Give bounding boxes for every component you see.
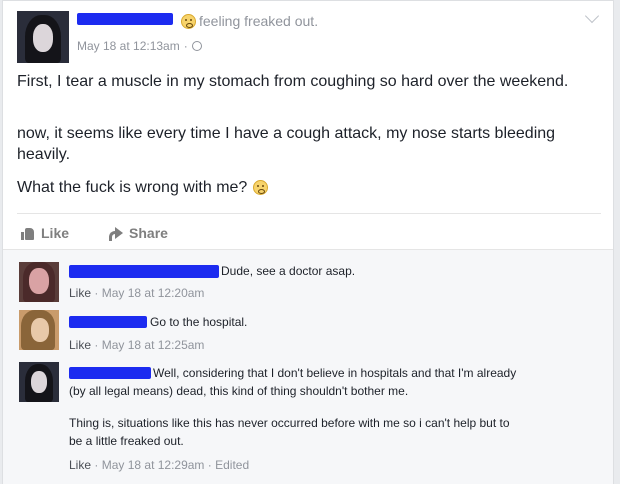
- redacted-commenter-name[interactable]: [69, 316, 147, 328]
- share-button[interactable]: Share: [109, 225, 168, 241]
- comment-avatar[interactable]: [19, 362, 59, 402]
- feeling-text: feeling freaked out.: [199, 13, 319, 29]
- comment-text: Dude, see a doctor asap.: [221, 264, 356, 278]
- comment-meta: Like · May 18 at 12:25am: [69, 338, 205, 352]
- comment-like-link[interactable]: Like: [69, 458, 91, 472]
- comment-timestamp[interactable]: May 18 at 12:29am: [102, 458, 205, 472]
- share-label: Share: [129, 225, 168, 241]
- divider: [17, 213, 601, 214]
- post-paragraph-3: What the fuck is wrong with me?: [17, 177, 607, 198]
- comment-avatar[interactable]: [19, 262, 59, 302]
- redacted-commenter-name[interactable]: [69, 367, 151, 379]
- comment-text-line-2: (by all legal means) dead, this kind of …: [69, 384, 409, 398]
- comment-timestamp[interactable]: May 18 at 12:25am: [102, 338, 205, 352]
- comment-meta: Like · May 18 at 12:29am · Edited: [69, 458, 250, 472]
- share-arrow-icon: [109, 227, 124, 241]
- confused-face-icon: [253, 180, 269, 195]
- post-paragraph-1: First, I tear a muscle in my stomach fro…: [17, 73, 569, 90]
- comments-section: Dude, see a doctor asap. Like · May 18 a…: [3, 249, 613, 484]
- comment-like-link[interactable]: Like: [69, 338, 91, 352]
- comment-timestamp[interactable]: May 18 at 12:20am: [102, 286, 205, 300]
- author-avatar[interactable]: [17, 11, 69, 63]
- redacted-author-name[interactable]: [77, 13, 173, 25]
- edited-label[interactable]: Edited: [215, 458, 249, 472]
- comment-meta: Like · May 18 at 12:20am: [69, 286, 205, 300]
- comment-avatar[interactable]: [19, 310, 59, 350]
- post-card: feeling freaked out. May 18 at 12:13am ·…: [2, 0, 614, 484]
- post-paragraph-2: now, it seems like every time I have a c…: [17, 125, 556, 163]
- like-label: Like: [41, 225, 70, 241]
- slightly-frowning-face-icon: [181, 13, 196, 29]
- redacted-commenter-name[interactable]: [69, 265, 219, 278]
- feeling-status: feeling freaked out.: [181, 13, 318, 29]
- comment-text-line-3: Thing is, situations like this has never…: [69, 416, 510, 430]
- post-actions: Like Share: [21, 225, 168, 241]
- comment-text: Go to the hospital.: [150, 315, 248, 329]
- chevron-down-icon[interactable]: [584, 8, 600, 24]
- comment-like-link[interactable]: Like: [69, 286, 91, 300]
- comment-text: Well, considering that I don't believe i…: [153, 366, 517, 380]
- post-paragraph-3-text: What the fuck is wrong with me?: [17, 179, 248, 196]
- timestamp-text[interactable]: May 18 at 12:13am: [77, 39, 180, 53]
- comment-text-line-4: be a little freaked out.: [69, 434, 184, 448]
- globe-icon: [191, 41, 202, 51]
- like-button[interactable]: Like: [21, 225, 69, 241]
- thumbs-up-icon: [21, 227, 35, 240]
- post-timestamp[interactable]: May 18 at 12:13am ·: [77, 39, 202, 53]
